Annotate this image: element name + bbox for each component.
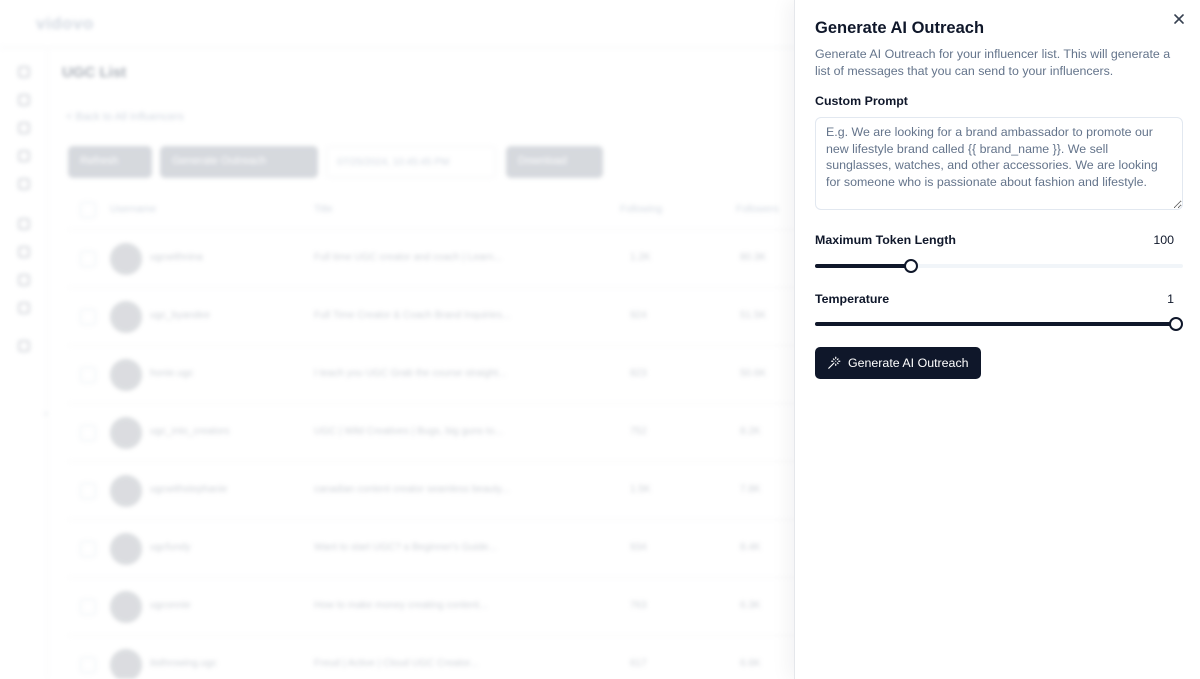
close-button[interactable] [1171, 11, 1187, 27]
custom-prompt-textarea[interactable] [815, 117, 1183, 210]
slider-range [815, 264, 911, 268]
sheet-title: Generate AI Outreach [815, 19, 985, 37]
temperature-value: 1 [1167, 292, 1174, 306]
temperature-slider[interactable] [815, 317, 1183, 331]
sheet-description: Generate AI Outreach for your influencer… [815, 47, 1171, 78]
close-icon [1174, 14, 1184, 24]
custom-prompt-label: Custom Prompt [815, 94, 908, 108]
max-token-length-slider[interactable] [815, 259, 1183, 273]
generate-ai-outreach-button[interactable]: Generate AI Outreach [815, 347, 981, 379]
max-token-length-value: 100 [1153, 233, 1174, 247]
slider-thumb[interactable] [903, 259, 918, 273]
slider-thumb[interactable] [1169, 317, 1183, 331]
app: vidovo › UGC List < Back to All Influenc… [0, 0, 1200, 679]
generate-outreach-sheet: Generate AI Outreach Generate AI Outreac… [794, 0, 1200, 679]
temperature-label: Temperature [815, 292, 890, 306]
max-token-length-label: Maximum Token Length [815, 233, 956, 247]
generate-button-label: Generate AI Outreach [848, 356, 969, 370]
wand-sparkles-icon [828, 356, 841, 369]
slider-range [815, 322, 1176, 326]
